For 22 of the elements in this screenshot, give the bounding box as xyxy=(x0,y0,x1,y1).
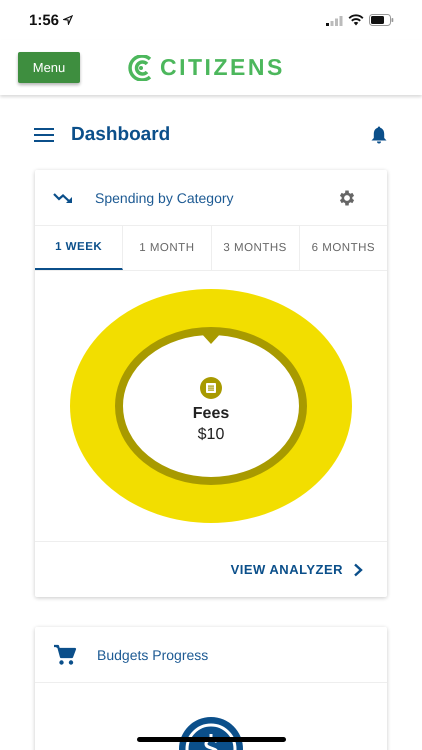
view-analyzer-link[interactable]: VIEW ANALYZER xyxy=(230,562,363,577)
card-title: Spending by Category xyxy=(95,190,235,206)
period-tab[interactable]: 1 WEEK xyxy=(35,226,124,270)
card-title: Budgets Progress xyxy=(97,646,210,662)
category-amount: $10 xyxy=(198,426,224,444)
signal-icon xyxy=(326,14,343,26)
page-title: Dashboard xyxy=(71,124,172,146)
settings-icon[interactable] xyxy=(337,188,357,208)
clock-time: 1:56 xyxy=(29,12,60,28)
chevron-right-icon xyxy=(353,562,363,576)
logo-wordmark: CITIZENS xyxy=(160,54,285,81)
location-arrow-icon xyxy=(63,15,74,25)
battery-icon xyxy=(369,14,394,26)
category-name: Fees xyxy=(192,405,230,423)
cart-icon xyxy=(53,644,77,666)
logo-icon xyxy=(126,54,154,80)
receipt-icon xyxy=(200,377,222,399)
wifi-icon xyxy=(348,14,364,26)
bell-icon[interactable] xyxy=(369,125,389,145)
menu-button[interactable]: Menu xyxy=(18,52,80,83)
menu-icon[interactable] xyxy=(34,128,54,142)
trending-down-icon xyxy=(53,190,75,204)
